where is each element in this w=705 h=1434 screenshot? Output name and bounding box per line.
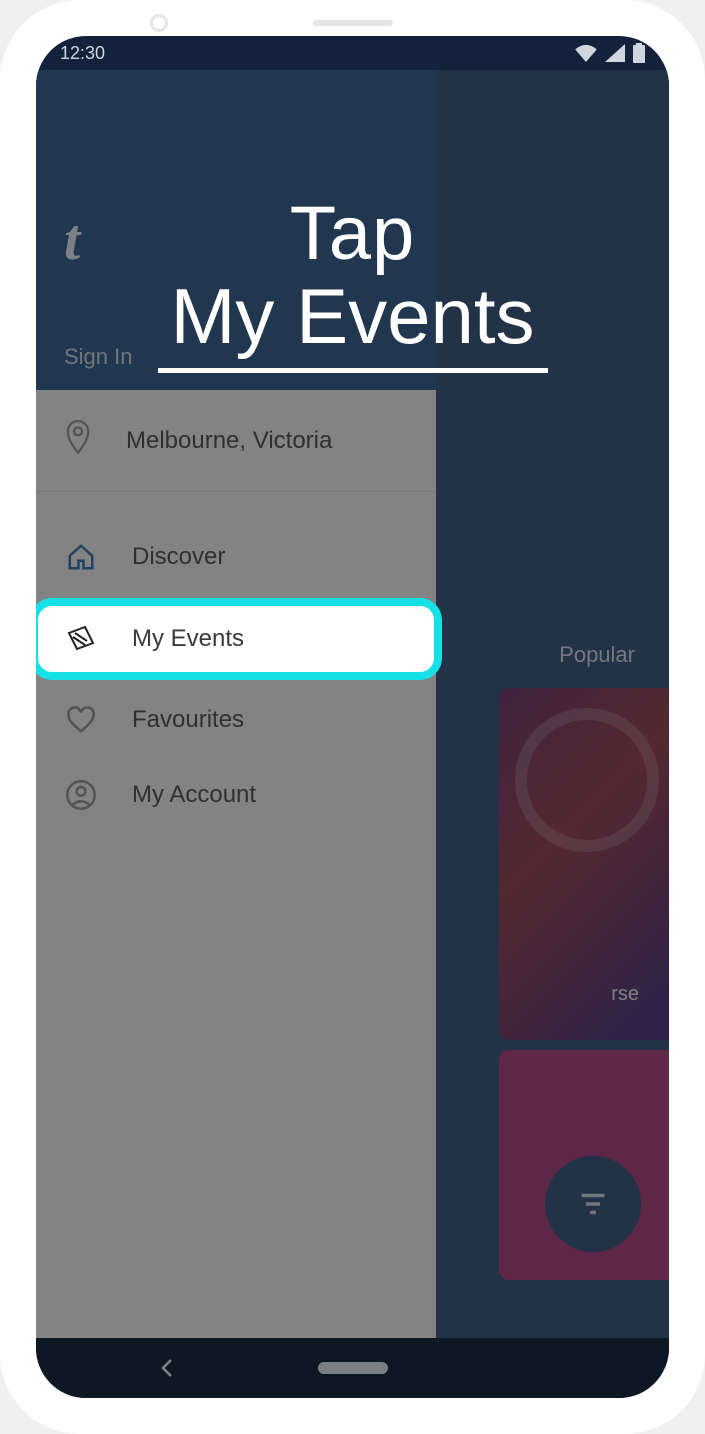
account-icon <box>64 780 98 810</box>
instruction-line2: My Events <box>170 271 534 362</box>
battery-icon <box>633 43 645 63</box>
status-bar: 12:30 <box>36 36 669 70</box>
filter-icon <box>576 1187 610 1221</box>
speaker-slit <box>313 20 393 26</box>
drawer-item-label: My Events <box>132 625 244 653</box>
wifi-icon <box>575 44 597 62</box>
drawer-item-my-events[interactable]: My Events <box>36 598 442 680</box>
drawer-location-label: Melbourne, Victoria <box>126 427 332 455</box>
drawer-location[interactable]: Melbourne, Victoria <box>36 390 436 492</box>
instruction-line1: Tap <box>36 190 669 277</box>
home-pill[interactable] <box>318 1362 388 1374</box>
signal-icon <box>605 44 625 62</box>
drawer-item-label: Favourites <box>132 706 244 734</box>
android-navbar <box>36 1338 669 1398</box>
home-icon <box>64 542 98 572</box>
device-frame: 12:30 Popular rse <box>0 0 705 1434</box>
drawer-item-discover[interactable]: Discover <box>36 522 436 592</box>
instruction-overlay: Tap My Events <box>36 190 669 373</box>
back-icon[interactable] <box>158 1358 178 1378</box>
heart-icon <box>64 706 98 734</box>
status-icons <box>575 43 645 63</box>
drawer-menu: Discover My Events Favourites <box>36 492 436 836</box>
status-time: 12:30 <box>60 43 105 64</box>
device-screen: 12:30 Popular rse <box>36 36 669 1398</box>
location-pin-icon <box>64 420 92 461</box>
drawer-item-my-account[interactable]: My Account <box>36 760 436 830</box>
instruction-underline <box>158 368 548 373</box>
camera-dot <box>150 14 168 32</box>
tab-popular[interactable]: Popular <box>559 642 635 668</box>
drawer-item-label: My Account <box>132 781 256 809</box>
ticket-icon <box>64 624 98 654</box>
event-card[interactable]: rse <box>499 688 669 1040</box>
drawer-item-favourites[interactable]: Favourites <box>36 686 436 754</box>
filter-fab[interactable] <box>545 1156 641 1252</box>
event-card-caption: rse <box>611 983 639 1006</box>
drawer-item-label: Discover <box>132 543 225 571</box>
